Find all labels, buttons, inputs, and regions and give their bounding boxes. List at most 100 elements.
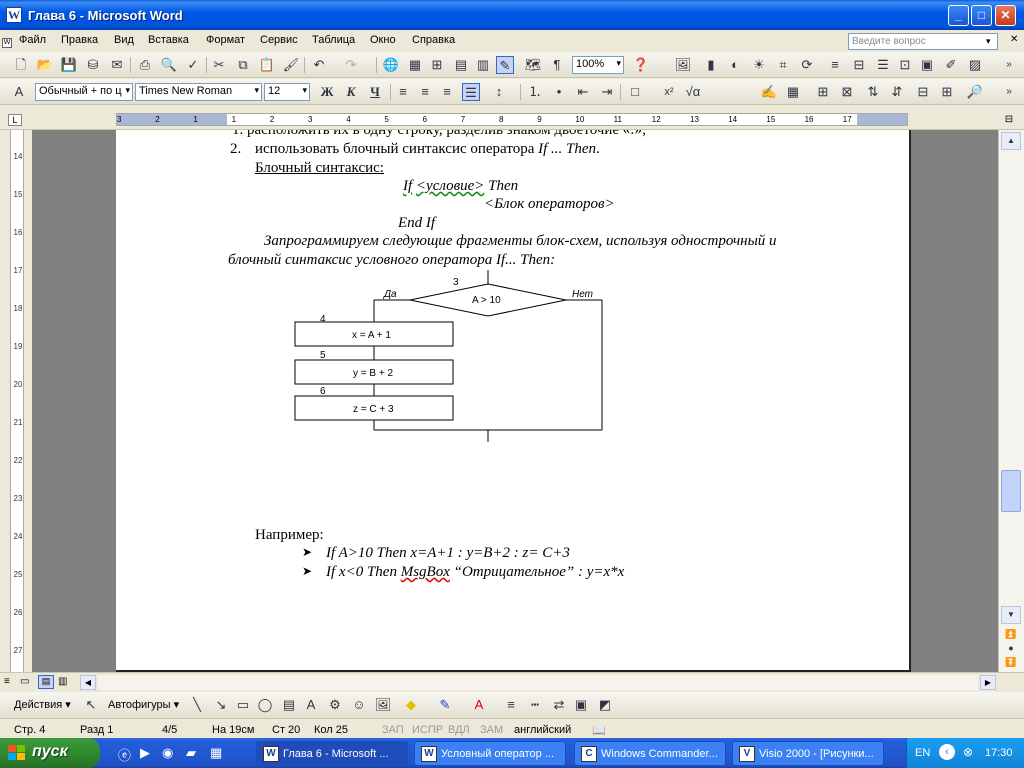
- status-track[interactable]: ИСПР: [412, 724, 443, 736]
- picture-icon[interactable]: 🖼: [674, 56, 692, 74]
- quicklaunch-folder-icon[interactable]: ▰: [186, 745, 196, 761]
- find-icon[interactable]: 🔎: [966, 83, 984, 101]
- save-icon[interactable]: 💾: [60, 56, 78, 74]
- status-overtype[interactable]: ЗАМ: [480, 724, 503, 736]
- italic-button[interactable]: К: [342, 83, 360, 101]
- zoom-select[interactable]: 100% ▾: [572, 56, 624, 74]
- line-style-icon[interactable]: ≡: [826, 56, 844, 74]
- sort-descending-icon[interactable]: ⇵: [888, 83, 906, 101]
- close-button[interactable]: ✕: [995, 5, 1016, 26]
- line-icon[interactable]: ╲: [188, 696, 206, 714]
- scroll-thumb[interactable]: [1001, 470, 1021, 512]
- format-picture-icon[interactable]: ▣: [918, 56, 936, 74]
- maximize-button[interactable]: □: [971, 5, 992, 26]
- toolbar-options-icon-2[interactable]: »: [1000, 83, 1018, 101]
- show-formatting-icon[interactable]: ¶: [548, 56, 566, 74]
- shadow-icon[interactable]: ▣: [572, 696, 590, 714]
- reset-picture-icon[interactable]: ▨: [966, 56, 984, 74]
- spelling-status-icon[interactable]: 📖: [592, 724, 606, 737]
- spelling-icon[interactable]: ✓: [184, 56, 202, 74]
- bullets-icon[interactable]: •: [550, 83, 568, 101]
- compress-icon[interactable]: ⊟: [850, 56, 868, 74]
- undo-icon[interactable]: ↶: [310, 56, 328, 74]
- line-weight-icon[interactable]: ☰: [874, 56, 892, 74]
- permission-icon[interactable]: ⛁: [84, 56, 102, 74]
- status-record[interactable]: ЗАП: [382, 724, 404, 736]
- justify-icon[interactable]: ☰: [462, 83, 480, 101]
- clock[interactable]: 17:30: [985, 747, 1013, 759]
- menu-view[interactable]: Вид: [114, 34, 134, 46]
- tray-app-icon[interactable]: ⊗: [963, 745, 973, 759]
- line-color-icon[interactable]: ✎: [436, 696, 454, 714]
- close-doc-icon[interactable]: ✕: [1010, 34, 1018, 45]
- clipart-icon[interactable]: ☺: [350, 696, 368, 714]
- print-layout-icon[interactable]: ▤: [38, 675, 54, 689]
- quicklaunch-media-icon[interactable]: ▶: [140, 745, 150, 761]
- menu-file[interactable]: Файл: [19, 34, 46, 46]
- diagram-icon[interactable]: ⚙: [326, 696, 344, 714]
- insert-excel-icon[interactable]: ▤: [452, 56, 470, 74]
- hscroll-track[interactable]: [98, 675, 978, 690]
- copy-icon[interactable]: ⧉: [234, 56, 252, 74]
- rectangle-icon[interactable]: ▭: [234, 696, 252, 714]
- tab-selector[interactable]: L: [8, 114, 22, 126]
- crop-icon[interactable]: ⌗: [774, 56, 792, 74]
- rotate-icon[interactable]: ⟳: [798, 56, 816, 74]
- delete-cells-icon[interactable]: ⊠: [838, 83, 856, 101]
- help-question-input[interactable]: Введите вопрос: [848, 33, 998, 50]
- task-visio[interactable]: V Visio 2000 - [Рисунки...: [732, 741, 884, 766]
- scroll-up-icon[interactable]: ▲: [1001, 132, 1021, 150]
- print-preview-icon[interactable]: 🔍: [160, 56, 178, 74]
- quicklaunch-explorer-icon[interactable]: ◉: [162, 745, 173, 761]
- scroll-right-icon[interactable]: ▶: [980, 675, 996, 690]
- vertical-scrollbar[interactable]: ▲ ▼ ⏫ ● ⏬: [998, 130, 1024, 672]
- styles-pane-icon[interactable]: A: [10, 83, 28, 101]
- title-bar[interactable]: W Глава 6 - Microsoft Word _ □ ✕: [0, 0, 1024, 30]
- font-color-icon[interactable]: A: [470, 696, 488, 714]
- insert-picture-icon[interactable]: 🖼: [374, 696, 392, 714]
- web-view-icon[interactable]: ▭: [20, 676, 29, 687]
- brightness-icon[interactable]: ☀: [750, 56, 768, 74]
- tray-expand-icon[interactable]: ‹: [939, 744, 955, 760]
- menu-tools[interactable]: Сервис: [260, 34, 298, 46]
- insert-rows-icon[interactable]: ⊞: [814, 83, 832, 101]
- table-properties-icon[interactable]: ▦: [784, 83, 802, 101]
- font-size-select[interactable]: 12 ▾: [264, 83, 310, 101]
- open-icon[interactable]: 📂: [36, 56, 54, 74]
- document-map-icon[interactable]: 🗺: [524, 56, 542, 74]
- insert-table-icon[interactable]: ⊞: [428, 56, 446, 74]
- new-document-icon[interactable]: 🗋: [12, 56, 30, 74]
- word-doc-icon[interactable]: W: [6, 7, 22, 23]
- scroll-down-icon[interactable]: ▼: [1001, 606, 1021, 624]
- align-center-icon[interactable]: ≡: [416, 83, 434, 101]
- reading-view-icon[interactable]: ▥: [58, 676, 67, 687]
- fill-color-icon[interactable]: ◆: [402, 696, 420, 714]
- superscript-icon[interactable]: x²: [660, 83, 678, 101]
- menu-help[interactable]: Справка: [412, 34, 455, 46]
- set-transparent-icon[interactable]: ✐: [942, 56, 960, 74]
- bold-button[interactable]: Ж: [318, 83, 336, 101]
- arrow-style-icon[interactable]: ⇄: [550, 696, 568, 714]
- chart-icon[interactable]: ▮: [702, 56, 720, 74]
- textbox-icon[interactable]: ▤: [280, 696, 298, 714]
- align-right-icon[interactable]: ≡: [438, 83, 456, 101]
- borders-icon[interactable]: □: [626, 83, 644, 101]
- menu-table[interactable]: Таблица: [312, 34, 355, 46]
- view-ruler-icon[interactable]: ⊟: [1000, 114, 1018, 126]
- task-windows-commander[interactable]: C Windows Commander...: [574, 741, 726, 766]
- merge-cells-icon[interactable]: ⊟: [914, 83, 932, 101]
- next-page-icon[interactable]: ⏬: [1001, 654, 1021, 672]
- paste-icon[interactable]: 📋: [258, 56, 276, 74]
- tables-borders-icon[interactable]: ▦: [406, 56, 424, 74]
- style-select[interactable]: Обычный + по ц ▾: [35, 83, 133, 101]
- columns-icon[interactable]: ▥: [474, 56, 492, 74]
- status-language[interactable]: английский: [514, 724, 571, 736]
- quicklaunch-commander-icon[interactable]: ▦: [210, 745, 222, 761]
- contrast-icon[interactable]: ◐: [726, 56, 744, 74]
- help-icon[interactable]: ❓: [632, 56, 650, 74]
- task-word-chapter6[interactable]: W Глава 6 - Microsoft ...: [256, 741, 408, 766]
- minimize-button[interactable]: _: [948, 5, 969, 26]
- equation-icon[interactable]: √α: [684, 83, 702, 101]
- sort-ascending-icon[interactable]: ⇅: [864, 83, 882, 101]
- insert-comment-icon[interactable]: ✍: [760, 83, 778, 101]
